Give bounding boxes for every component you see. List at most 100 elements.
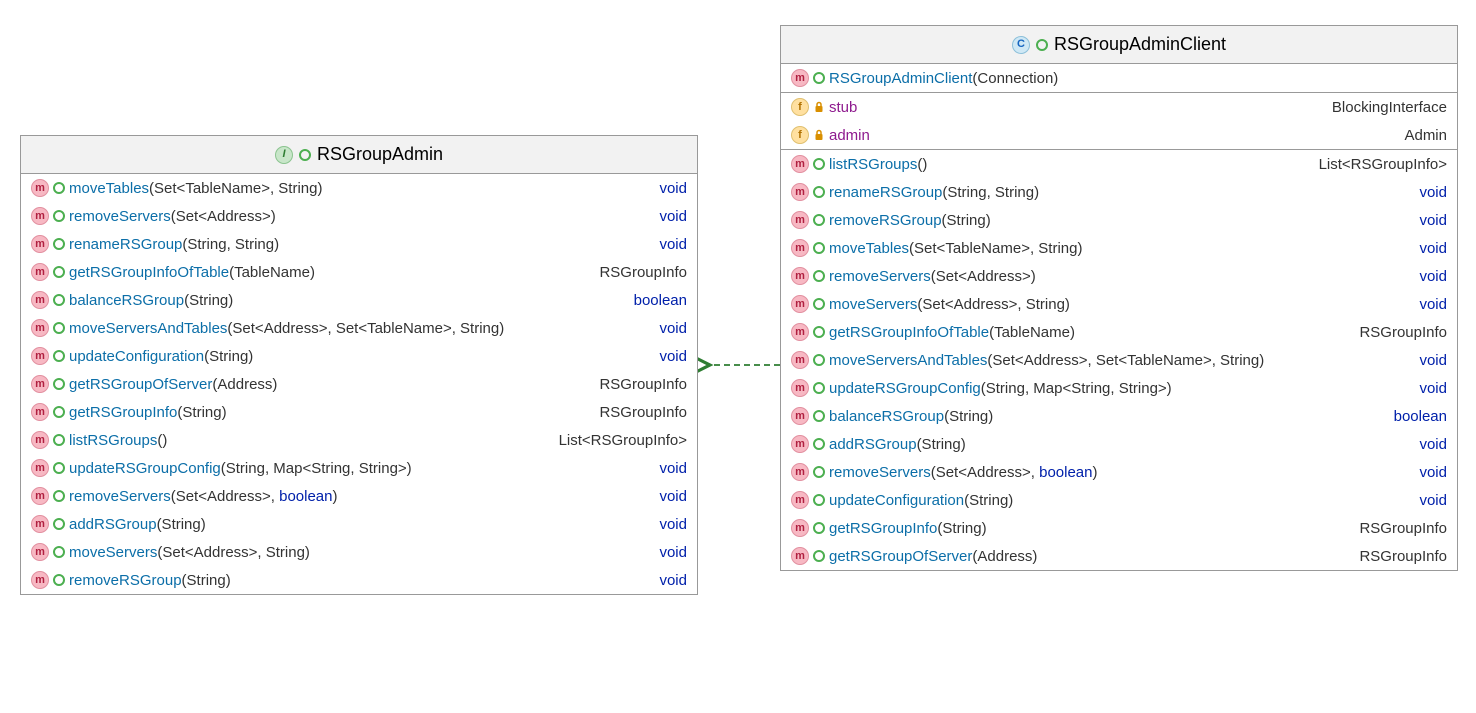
member-row: mremoveServers(Set<Address>)void bbox=[21, 202, 697, 230]
method-icon: m bbox=[31, 319, 49, 337]
member-name[interactable]: moveServers bbox=[69, 544, 157, 561]
member-name[interactable]: renameRSGroup bbox=[829, 184, 942, 201]
method-icon: m bbox=[31, 375, 49, 393]
public-mod-icon bbox=[53, 546, 65, 558]
member-params: (String) bbox=[184, 292, 233, 309]
member-name[interactable]: getRSGroupOfServer bbox=[69, 376, 212, 393]
member-name[interactable]: moveServersAndTables bbox=[69, 320, 227, 337]
member-return-type: void bbox=[649, 348, 687, 365]
member-params: (Set<Address>, String) bbox=[917, 296, 1070, 313]
member-name[interactable]: admin bbox=[829, 127, 870, 144]
member-return-type: void bbox=[1409, 492, 1447, 509]
member-row: m moveTables(Set<TableName>, String) void bbox=[781, 234, 1457, 262]
member-return-type: void bbox=[1409, 212, 1447, 229]
member-row: mmoveTables(Set<TableName>, String)void bbox=[21, 174, 697, 202]
member-name[interactable]: getRSGroupOfServer bbox=[829, 548, 972, 565]
member-return-type: void bbox=[1409, 464, 1447, 481]
method-icon: m bbox=[791, 379, 809, 397]
member-name[interactable]: stub bbox=[829, 99, 857, 116]
member-row: mgetRSGroupInfo(String)RSGroupInfo bbox=[21, 398, 697, 426]
public-mod-icon bbox=[53, 378, 65, 390]
public-mod-icon bbox=[53, 462, 65, 474]
member-name[interactable]: updateRSGroupConfig bbox=[829, 380, 981, 397]
member-name[interactable]: moveServersAndTables bbox=[829, 352, 987, 369]
interface-icon: I bbox=[275, 146, 293, 164]
member-row: mupdateConfiguration(String)void bbox=[781, 486, 1457, 514]
member-name[interactable]: listRSGroups bbox=[69, 432, 157, 449]
member-return-type: void bbox=[1409, 240, 1447, 257]
member-name[interactable]: updateConfiguration bbox=[69, 348, 204, 365]
member-name[interactable]: removeServers bbox=[829, 464, 931, 481]
method-icon: m bbox=[791, 491, 809, 509]
method-icon: m bbox=[31, 487, 49, 505]
member-row: mremoveServers(Set<Address>, boolean)voi… bbox=[781, 458, 1457, 486]
public-mod-icon bbox=[53, 518, 65, 530]
public-mod-icon bbox=[813, 214, 825, 226]
public-mod-icon bbox=[813, 186, 825, 198]
member-params: () bbox=[917, 156, 927, 173]
member-name[interactable]: listRSGroups bbox=[829, 156, 917, 173]
member-name[interactable]: getRSGroupInfoOfTable bbox=[69, 264, 229, 281]
member-name[interactable]: removeServers bbox=[69, 208, 171, 225]
member-name[interactable]: getRSGroupInfo bbox=[829, 520, 937, 537]
member-name[interactable]: removeRSGroup bbox=[829, 212, 942, 229]
method-icon: m bbox=[791, 183, 809, 201]
member-name[interactable]: updateRSGroupConfig bbox=[69, 460, 221, 477]
class-title: RSGroupAdminClient bbox=[1054, 34, 1226, 55]
member-row: mrenameRSGroup(String, String)void bbox=[781, 178, 1457, 206]
public-mod-icon bbox=[813, 158, 825, 170]
member-return-type: void bbox=[649, 488, 687, 505]
member-return-type: void bbox=[649, 516, 687, 533]
member-name[interactable]: moveTables bbox=[829, 240, 909, 257]
member-return-type: boolean bbox=[1384, 408, 1447, 425]
member-name[interactable]: addRSGroup bbox=[69, 516, 157, 533]
member-name[interactable]: RSGroupAdminClient bbox=[829, 70, 972, 87]
member-name[interactable]: moveTables bbox=[69, 180, 149, 197]
member-params: (Set<TableName>, String) bbox=[909, 240, 1082, 257]
member-return-type: void bbox=[1409, 436, 1447, 453]
member-params: () bbox=[157, 432, 167, 449]
member-row: mRSGroupAdminClient(Connection) bbox=[781, 64, 1457, 92]
public-mod-icon bbox=[299, 149, 311, 161]
member-params: (String) bbox=[177, 404, 226, 421]
member-row: mremoveRSGroup(String)void bbox=[781, 206, 1457, 234]
member-name[interactable]: removeServers bbox=[829, 268, 931, 285]
member-return-type: RSGroupInfo bbox=[589, 264, 687, 281]
public-mod-icon bbox=[813, 354, 825, 366]
member-name[interactable]: updateConfiguration bbox=[829, 492, 964, 509]
member-params: (Set<Address>, bbox=[171, 488, 279, 505]
member-name[interactable]: balanceRSGroup bbox=[69, 292, 184, 309]
member-params: (Set<Address>, Set<TableName>, String) bbox=[987, 352, 1264, 369]
member-params: (String, String) bbox=[942, 184, 1039, 201]
member-name[interactable]: removeRSGroup bbox=[69, 572, 182, 589]
member-name[interactable]: removeServers bbox=[69, 488, 171, 505]
member-return-type: BlockingInterface bbox=[1322, 99, 1447, 116]
public-mod-icon bbox=[53, 322, 65, 334]
member-name[interactable]: getRSGroupInfo bbox=[69, 404, 177, 421]
member-name[interactable]: renameRSGroup bbox=[69, 236, 182, 253]
member-return-type: void bbox=[649, 572, 687, 589]
member-row: mmoveServersAndTables(Set<Address>, Set<… bbox=[21, 314, 697, 342]
member-params: (TableName) bbox=[229, 264, 315, 281]
member-return-type: RSGroupInfo bbox=[1349, 520, 1447, 537]
public-mod-icon bbox=[53, 406, 65, 418]
member-params: (String, Map<String, String>) bbox=[221, 460, 412, 477]
member-name[interactable]: moveServers bbox=[829, 296, 917, 313]
member-row: mremoveRSGroup(String)void bbox=[21, 566, 697, 594]
member-name[interactable]: balanceRSGroup bbox=[829, 408, 944, 425]
member-name[interactable]: addRSGroup bbox=[829, 436, 917, 453]
method-icon: m bbox=[31, 179, 49, 197]
member-name[interactable]: getRSGroupInfoOfTable bbox=[829, 324, 989, 341]
member-row: mgetRSGroupInfoOfTable(TableName)RSGroup… bbox=[781, 318, 1457, 346]
method-icon: m bbox=[791, 239, 809, 257]
method-icon: m bbox=[791, 323, 809, 341]
member-params: (Set<Address>, String) bbox=[157, 544, 310, 561]
member-row: mmoveServers(Set<Address>, String)void bbox=[21, 538, 697, 566]
member-return-type: void bbox=[649, 236, 687, 253]
public-mod-icon bbox=[813, 270, 825, 282]
member-return-type: Admin bbox=[1394, 127, 1447, 144]
member-param-keyword: boolean bbox=[279, 488, 332, 505]
member-params: (Connection) bbox=[972, 70, 1058, 87]
member-params: (Address) bbox=[212, 376, 277, 393]
method-icon: m bbox=[31, 403, 49, 421]
